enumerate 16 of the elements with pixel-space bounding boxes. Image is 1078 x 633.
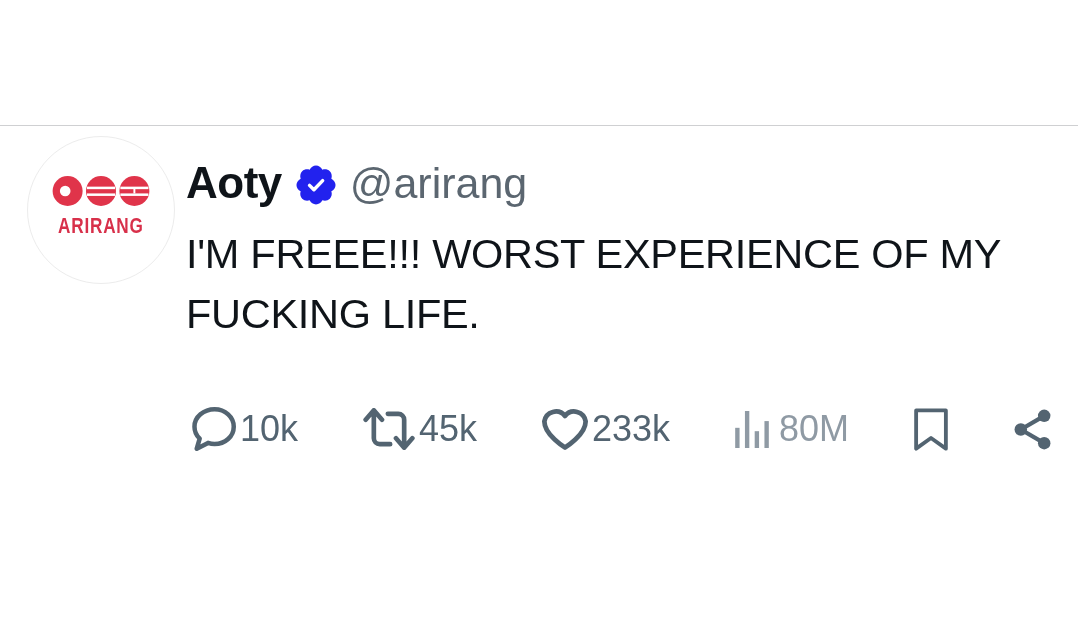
tweet-text: I'M FREEE!!! WORST EXPERIENCE OF MY FUCKING LIFE. — [186, 229, 1002, 339]
like-button[interactable]: 233k — [542, 407, 671, 451]
speech-bubble-icon — [192, 407, 236, 451]
reply-button[interactable]: 10k — [192, 407, 299, 451]
bookmark-button[interactable] — [914, 407, 948, 451]
repost-button[interactable]: 45k — [363, 407, 478, 451]
bookmark-icon — [914, 407, 948, 451]
display-name[interactable]: Aoty — [186, 157, 282, 209]
share-button[interactable] — [1012, 408, 1052, 450]
logo-icon — [52, 176, 150, 206]
repost-arrows-icon — [363, 408, 415, 450]
username[interactable]: @arirang — [349, 157, 528, 209]
bar-chart-icon — [735, 410, 770, 448]
logo-text: ARIRANG — [58, 216, 144, 236]
share-icon — [1012, 408, 1052, 450]
heart-icon — [542, 408, 588, 450]
